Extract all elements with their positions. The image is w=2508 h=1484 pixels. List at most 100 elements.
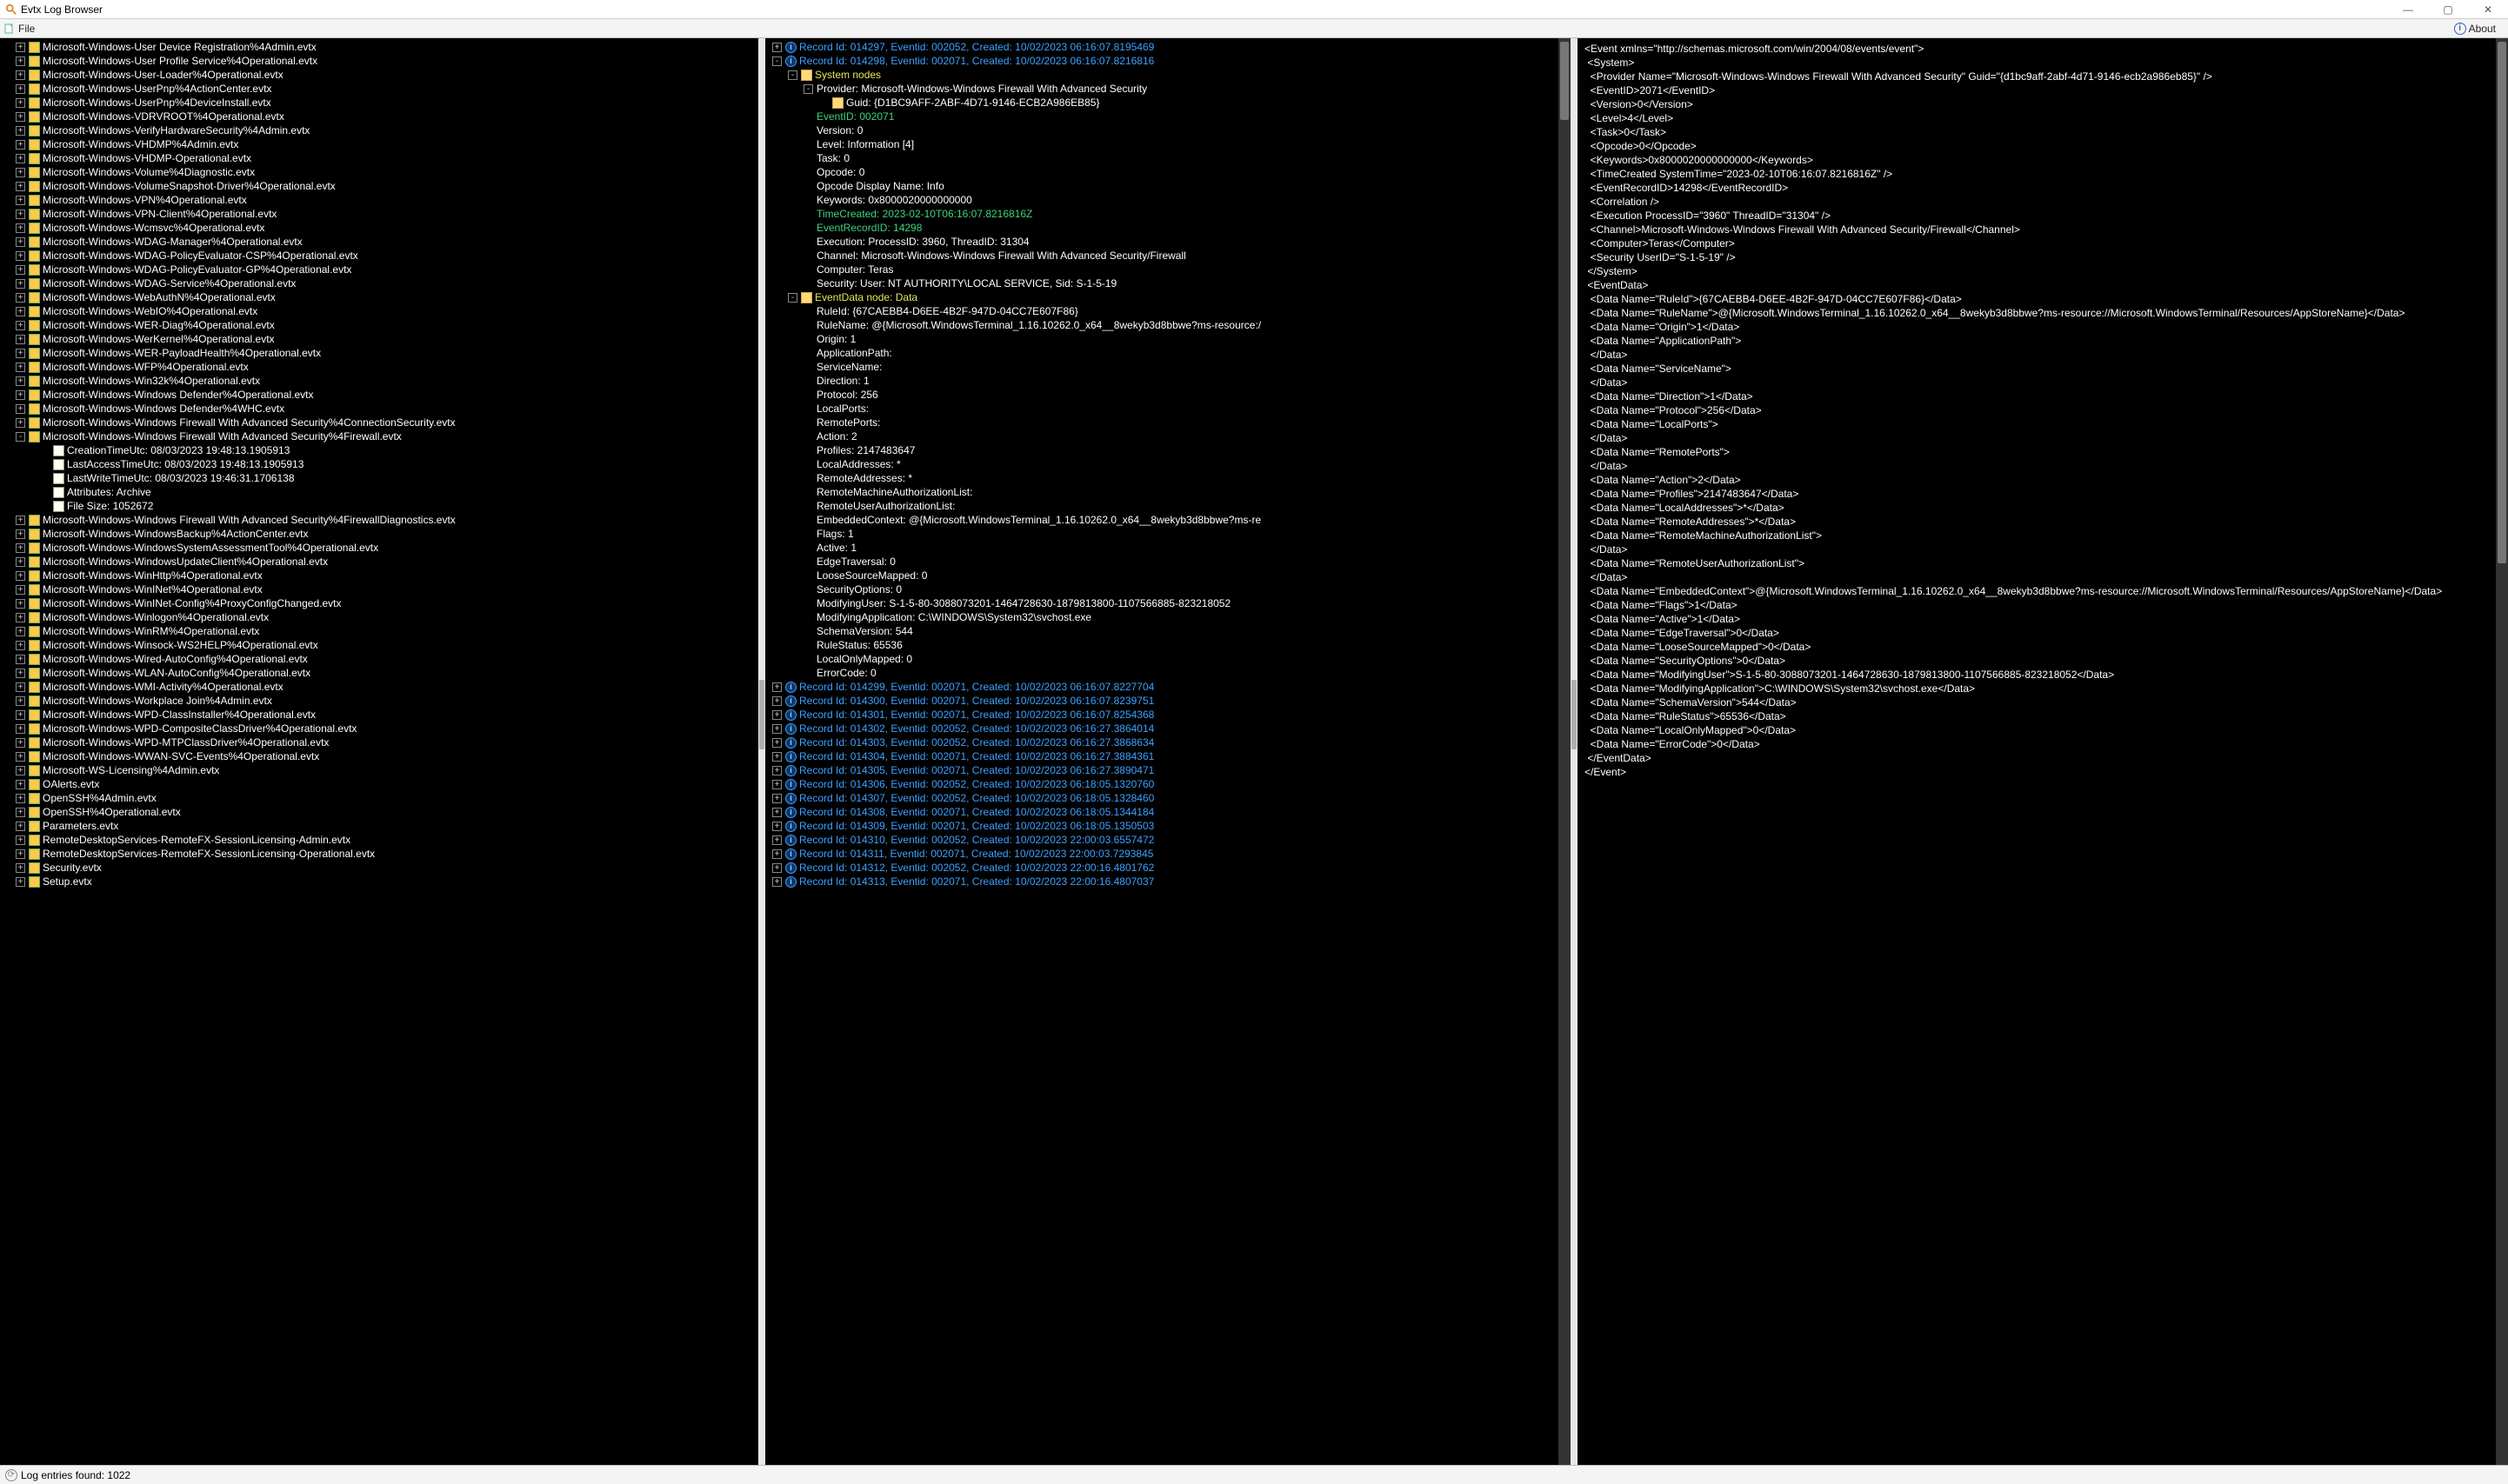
tree-row[interactable]: +RemoteDesktopServices-RemoteFX-SessionL… xyxy=(3,833,755,847)
expand-toggle[interactable]: + xyxy=(16,279,25,289)
tree-row[interactable]: +Microsoft-Windows-WDAG-PolicyEvaluator-… xyxy=(3,249,755,263)
expand-toggle[interactable]: + xyxy=(772,43,782,52)
tree-row[interactable]: +Microsoft-Windows-VPN%4Operational.evtx xyxy=(3,193,755,207)
expand-toggle[interactable]: + xyxy=(16,376,25,386)
expand-toggle[interactable]: + xyxy=(772,780,782,789)
collapse-toggle[interactable]: - xyxy=(788,70,797,80)
tree-row[interactable]: ModifyingUser: S-1-5-80-3088073201-14647… xyxy=(769,596,1567,610)
tree-row[interactable]: SchemaVersion: 544 xyxy=(769,624,1567,638)
tree-row[interactable]: +Parameters.evtx xyxy=(3,819,755,833)
expand-toggle[interactable]: + xyxy=(16,669,25,678)
tree-row[interactable]: +Microsoft-Windows-Winsock-WS2HELP%4Oper… xyxy=(3,638,755,652)
tree-row[interactable]: Action: 2 xyxy=(769,429,1567,443)
tree-row[interactable]: +Microsoft-Windows-WER-Diag%4Operational… xyxy=(3,318,755,332)
tree-row[interactable]: LooseSourceMapped: 0 xyxy=(769,569,1567,582)
tree-row[interactable]: LastAccessTimeUtc: 08/03/2023 19:48:13.1… xyxy=(3,457,755,471)
records-scrollbar[interactable] xyxy=(1558,38,1571,1465)
tree-row[interactable]: +Setup.evtx xyxy=(3,875,755,888)
expand-toggle[interactable]: + xyxy=(16,363,25,372)
expand-toggle[interactable]: + xyxy=(772,738,782,748)
expand-toggle[interactable]: + xyxy=(16,780,25,789)
tree-row[interactable]: Task: 0 xyxy=(769,151,1567,165)
tree-row[interactable]: +Microsoft-Windows-User Profile Service%… xyxy=(3,54,755,68)
tree-row[interactable]: TimeCreated: 2023-02-10T06:16:07.8216816… xyxy=(769,207,1567,221)
tree-row[interactable]: +Microsoft-Windows-VDRVROOT%4Operational… xyxy=(3,110,755,123)
tree-row[interactable]: -Provider: Microsoft-Windows-Windows Fir… xyxy=(769,82,1567,96)
tree-row[interactable]: +iRecord Id: 014302, Eventid: 002052, Cr… xyxy=(769,722,1567,735)
expand-toggle[interactable]: + xyxy=(16,182,25,191)
tree-row[interactable]: +Microsoft-Windows-VerifyHardwareSecurit… xyxy=(3,123,755,137)
tree-row[interactable]: +Microsoft-Windows-WPD-CompositeClassDri… xyxy=(3,722,755,735)
tree-row[interactable]: Guid: {D1BC9AFF-2ABF-4D71-9146-ECB2A986E… xyxy=(769,96,1567,110)
tree-row[interactable]: +Microsoft-Windows-UserPnp%4ActionCenter… xyxy=(3,82,755,96)
tree-row[interactable]: +Microsoft-Windows-Windows Defender%4WHC… xyxy=(3,402,755,416)
tree-row[interactable]: +Microsoft-Windows-User-Loader%4Operatio… xyxy=(3,68,755,82)
expand-toggle[interactable]: + xyxy=(16,724,25,734)
tree-row[interactable]: +iRecord Id: 014311, Eventid: 002071, Cr… xyxy=(769,847,1567,861)
tree-row[interactable]: +OpenSSH%4Operational.evtx xyxy=(3,805,755,819)
expand-toggle[interactable]: + xyxy=(16,835,25,845)
expand-toggle[interactable]: + xyxy=(16,655,25,664)
tree-row[interactable]: Execution: ProcessID: 3960, ThreadID: 31… xyxy=(769,235,1567,249)
tree-row[interactable]: +iRecord Id: 014313, Eventid: 002071, Cr… xyxy=(769,875,1567,888)
tree-row[interactable]: File Size: 1052672 xyxy=(3,499,755,513)
tree-row[interactable]: -Microsoft-Windows-Windows Firewall With… xyxy=(3,429,755,443)
expand-toggle[interactable]: + xyxy=(16,349,25,358)
tree-row[interactable]: +iRecord Id: 014299, Eventid: 002071, Cr… xyxy=(769,680,1567,694)
expand-toggle[interactable]: + xyxy=(16,696,25,706)
expand-toggle[interactable]: + xyxy=(16,641,25,650)
tree-row[interactable]: RemoteAddresses: * xyxy=(769,471,1567,485)
expand-toggle[interactable]: + xyxy=(16,251,25,261)
tree-row[interactable]: RuleName: @{Microsoft.WindowsTerminal_1.… xyxy=(769,318,1567,332)
expand-toggle[interactable]: + xyxy=(16,571,25,581)
expand-toggle[interactable]: + xyxy=(16,738,25,748)
tree-row[interactable]: RemotePorts: xyxy=(769,416,1567,429)
maximize-button[interactable]: ▢ xyxy=(2428,3,2468,16)
expand-toggle[interactable]: + xyxy=(16,70,25,80)
collapse-toggle[interactable]: - xyxy=(804,84,813,94)
tree-row[interactable]: +iRecord Id: 014301, Eventid: 002071, Cr… xyxy=(769,708,1567,722)
xml-scrollbar[interactable] xyxy=(2496,38,2508,1465)
expand-toggle[interactable]: + xyxy=(16,154,25,163)
tree-row[interactable]: LocalPorts: xyxy=(769,402,1567,416)
tree-row[interactable]: +Microsoft-Windows-User Device Registrat… xyxy=(3,40,755,54)
tree-row[interactable]: +Microsoft-Windows-WebAuthN%4Operational… xyxy=(3,290,755,304)
tree-row[interactable]: EdgeTraversal: 0 xyxy=(769,555,1567,569)
expand-toggle[interactable]: + xyxy=(16,321,25,330)
close-button[interactable]: ✕ xyxy=(2468,3,2508,16)
tree-row[interactable]: +Microsoft-Windows-WindowsBackup%4Action… xyxy=(3,527,755,541)
tree-row[interactable]: Origin: 1 xyxy=(769,332,1567,346)
tree-row[interactable]: +Microsoft-Windows-WER-PayloadHealth%4Op… xyxy=(3,346,755,360)
expand-toggle[interactable]: + xyxy=(772,724,782,734)
tree-row[interactable]: Level: Information [4] xyxy=(769,137,1567,151)
tree-row[interactable]: Opcode: 0 xyxy=(769,165,1567,179)
xml-detail-panel[interactable]: <Event xmlns="http://schemas.microsoft.c… xyxy=(1578,38,2508,1465)
tree-row[interactable]: EventRecordID: 14298 xyxy=(769,221,1567,235)
tree-row[interactable]: -EventData node: Data xyxy=(769,290,1567,304)
tree-row[interactable]: SecurityOptions: 0 xyxy=(769,582,1567,596)
expand-toggle[interactable]: + xyxy=(16,808,25,817)
expand-toggle[interactable]: + xyxy=(16,599,25,609)
tree-row[interactable]: +OAlerts.evtx xyxy=(3,777,755,791)
tree-row[interactable]: +Microsoft-Windows-WinRM%4Operational.ev… xyxy=(3,624,755,638)
expand-toggle[interactable]: + xyxy=(772,822,782,831)
expand-toggle[interactable]: + xyxy=(16,863,25,873)
tree-row[interactable]: ApplicationPath: xyxy=(769,346,1567,360)
expand-toggle[interactable]: + xyxy=(16,585,25,595)
tree-row[interactable]: Protocol: 256 xyxy=(769,388,1567,402)
expand-toggle[interactable]: + xyxy=(772,849,782,859)
expand-toggle[interactable]: + xyxy=(16,877,25,887)
tree-row[interactable]: +Microsoft-Windows-Wired-AutoConfig%4Ope… xyxy=(3,652,755,666)
tree-row[interactable]: +Microsoft-Windows-WMI-Activity%4Operati… xyxy=(3,680,755,694)
tree-row[interactable]: -iRecord Id: 014298, Eventid: 002071, Cr… xyxy=(769,54,1567,68)
expand-toggle[interactable]: + xyxy=(772,794,782,803)
tree-row[interactable]: +Microsoft-Windows-Win32k%4Operational.e… xyxy=(3,374,755,388)
expand-toggle[interactable]: + xyxy=(16,849,25,859)
splitter-left[interactable] xyxy=(758,38,765,1465)
expand-toggle[interactable]: + xyxy=(772,696,782,706)
expand-toggle[interactable]: + xyxy=(772,710,782,720)
collapse-toggle[interactable]: - xyxy=(16,432,25,442)
tree-row[interactable]: +Microsoft-Windows-VHDMP%4Admin.evtx xyxy=(3,137,755,151)
tree-row[interactable]: +Microsoft-Windows-WebIO%4Operational.ev… xyxy=(3,304,755,318)
tree-row[interactable]: EventID: 002071 xyxy=(769,110,1567,123)
